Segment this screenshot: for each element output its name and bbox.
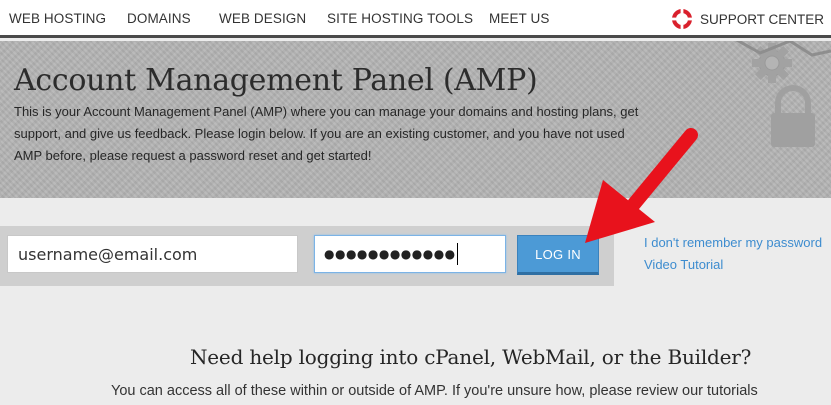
nav-site-hosting-tools[interactable]: SITE HOSTING TOOLS	[327, 11, 473, 26]
login-form: ●●●●●●●●●●●● LOG IN	[0, 226, 614, 286]
page-title: Account Management Panel (AMP)	[14, 63, 538, 98]
lock-icon	[771, 85, 815, 147]
nav-meet-us[interactable]: MEET US	[489, 11, 549, 26]
top-navigation: WEB HOSTING DOMAINS WEB DESIGN SITE HOST…	[0, 0, 831, 38]
help-description: You can access all of these within or ou…	[111, 383, 758, 399]
support-center-link[interactable]: SUPPORT CENTER	[672, 8, 824, 30]
nav-web-hosting[interactable]: WEB HOSTING	[9, 11, 106, 26]
login-button[interactable]: LOG IN	[517, 235, 599, 275]
forgot-password-link[interactable]: I don't remember my password	[644, 235, 822, 250]
support-center-label: SUPPORT CENTER	[700, 11, 825, 27]
username-input[interactable]	[7, 235, 298, 273]
nav-web-design[interactable]: WEB DESIGN	[219, 11, 306, 26]
intro-description: This is your Account Management Panel (A…	[14, 104, 639, 163]
life-ring-icon	[672, 9, 692, 29]
gear-icon	[735, 41, 831, 83]
video-tutorial-link[interactable]: Video Tutorial	[644, 257, 723, 272]
hero-banner: Account Management Panel (AMP) This is y…	[0, 41, 831, 198]
help-heading: Need help logging into cPanel, WebMail, …	[190, 345, 752, 369]
password-input[interactable]	[314, 235, 506, 273]
nav-domains[interactable]: DOMAINS	[127, 11, 191, 26]
